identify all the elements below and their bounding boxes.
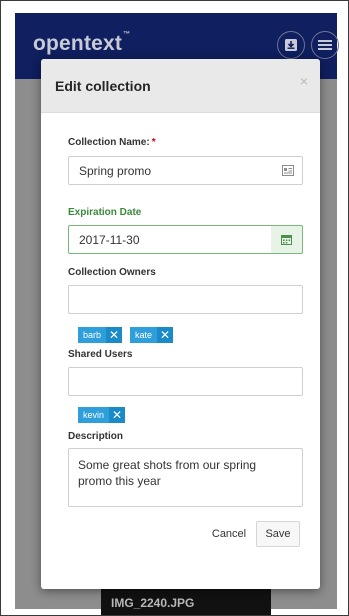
close-icon[interactable]: × bbox=[300, 73, 308, 89]
expiration-date-input[interactable]: 2017-11-30 bbox=[68, 225, 272, 254]
collection-owners-label: Collection Owners bbox=[68, 267, 156, 278]
shared-users-input[interactable] bbox=[68, 367, 303, 396]
save-button[interactable]: Save bbox=[256, 521, 300, 547]
expiration-date-label: Expiration Date bbox=[68, 207, 142, 218]
thumbnail-filename: IMG_2240.JPG bbox=[111, 596, 195, 610]
calendar-button[interactable] bbox=[271, 225, 303, 254]
download-button[interactable] bbox=[277, 31, 305, 59]
modal-header: Edit collection × bbox=[41, 59, 320, 113]
shared-user-tag-label: kevin bbox=[83, 410, 105, 420]
modal-title: Edit collection bbox=[55, 78, 151, 94]
required-marker: * bbox=[151, 137, 156, 148]
owner-tag-barb: barb ✕ bbox=[78, 327, 123, 343]
owner-tag-kate: kate ✕ bbox=[130, 327, 174, 343]
contact-card-icon bbox=[282, 165, 294, 176]
cancel-button[interactable]: Cancel bbox=[205, 521, 253, 547]
owner-tag-label: barb bbox=[83, 330, 102, 340]
brand-logo: opentext™ bbox=[33, 31, 131, 56]
download-icon bbox=[285, 39, 297, 51]
phone-frame: opentext™ IMG_2240.JPG Edit collection ×… bbox=[0, 0, 349, 616]
remove-tag-icon[interactable]: ✕ bbox=[157, 327, 174, 343]
shared-user-tag-kevin: kevin ✕ bbox=[78, 407, 126, 423]
collection-name-value: Spring promo bbox=[79, 163, 152, 178]
collection-name-input[interactable]: Spring promo bbox=[68, 156, 303, 185]
collection-owners-input[interactable] bbox=[68, 285, 303, 314]
brand-name: opentext bbox=[33, 32, 123, 55]
trademark-mark: ™ bbox=[123, 31, 131, 38]
description-label: Description bbox=[68, 431, 124, 442]
collection-name-label: Collection Name: * bbox=[68, 137, 156, 148]
collection-name-label-text: Collection Name: bbox=[68, 137, 150, 148]
edit-collection-modal: Edit collection × Collection Name: * Spri… bbox=[41, 59, 320, 589]
shared-users-label: Shared Users bbox=[68, 349, 133, 360]
calendar-icon bbox=[281, 235, 292, 245]
remove-tag-icon[interactable]: ✕ bbox=[106, 327, 123, 343]
expiration-date-value: 2017-11-30 bbox=[79, 232, 140, 247]
hamburger-menu-icon bbox=[318, 40, 332, 50]
description-textarea[interactable]: Some great shots from our spring promo t… bbox=[68, 448, 303, 507]
remove-tag-icon[interactable]: ✕ bbox=[109, 407, 126, 423]
owner-tag-label: kate bbox=[135, 330, 153, 340]
menu-button[interactable] bbox=[311, 31, 339, 59]
